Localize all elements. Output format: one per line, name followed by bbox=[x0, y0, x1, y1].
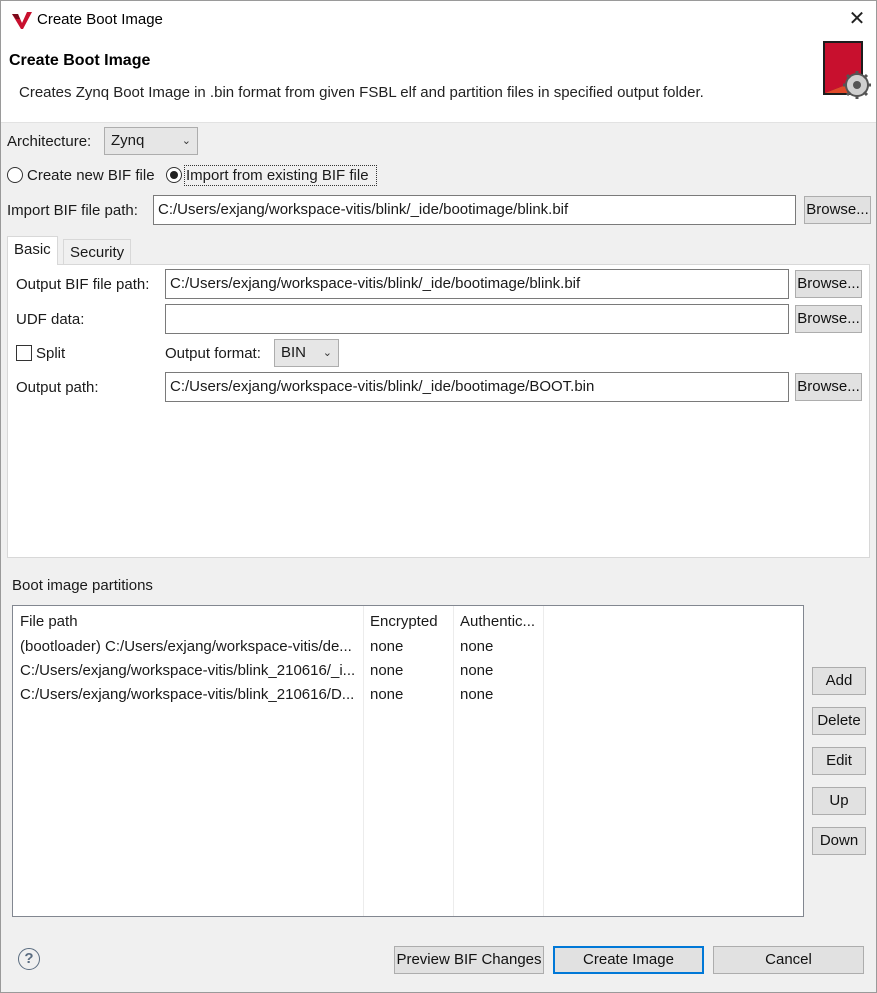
table-row-file-path[interactable]: (bootloader) C:/Users/exjang/workspace-v… bbox=[20, 638, 360, 655]
move-down-button[interactable]: Down bbox=[812, 827, 866, 855]
chevron-down-icon: ⌄ bbox=[181, 135, 191, 147]
boot-image-gear-icon bbox=[823, 41, 871, 99]
table-row-authentication[interactable]: none bbox=[460, 662, 493, 679]
table-row-file-path[interactable]: C:/Users/exjang/workspace-vitis/blink_21… bbox=[20, 662, 360, 679]
vitis-logo-icon bbox=[12, 12, 32, 29]
column-separator bbox=[543, 606, 544, 916]
import-existing-bif-radio[interactable] bbox=[166, 167, 182, 183]
column-separator bbox=[453, 606, 454, 916]
udf-data-label: UDF data: bbox=[16, 311, 85, 328]
architecture-select[interactable]: Zynq ⌄ bbox=[104, 127, 198, 155]
partitions-table: File path Encrypted Authentic... (bootlo… bbox=[12, 605, 804, 917]
create-boot-image-dialog: Create Boot Image ✕ Create Boot Image Cr… bbox=[0, 0, 877, 993]
tab-basic[interactable]: Basic bbox=[7, 236, 58, 265]
preview-bif-changes-button[interactable]: Preview BIF Changes bbox=[394, 946, 544, 974]
create-image-button[interactable]: Create Image bbox=[553, 946, 704, 974]
column-header-file-path[interactable]: File path bbox=[20, 613, 78, 630]
column-header-authentication[interactable]: Authentic... bbox=[460, 613, 535, 630]
banner-title: Create Boot Image bbox=[9, 52, 151, 69]
banner-description: Creates Zynq Boot Image in .bin format f… bbox=[19, 84, 704, 101]
udf-data-input[interactable] bbox=[165, 304, 789, 334]
help-icon[interactable]: ? bbox=[18, 948, 40, 970]
output-bif-browse-button[interactable]: Browse... bbox=[795, 270, 862, 298]
udf-browse-button[interactable]: Browse... bbox=[795, 305, 862, 333]
table-row-authentication[interactable]: none bbox=[460, 638, 493, 655]
output-format-select[interactable]: BIN ⌄ bbox=[274, 339, 339, 367]
output-format-label: Output format: bbox=[165, 345, 261, 362]
add-partition-button[interactable]: Add bbox=[812, 667, 866, 695]
cancel-button[interactable]: Cancel bbox=[713, 946, 864, 974]
output-path-label: Output path: bbox=[16, 379, 99, 396]
import-existing-bif-label[interactable]: Import from existing BIF file bbox=[186, 167, 369, 184]
output-format-value: BIN bbox=[281, 344, 307, 361]
table-row-encrypted[interactable]: none bbox=[370, 662, 403, 679]
create-new-bif-radio[interactable] bbox=[7, 167, 23, 183]
table-row-encrypted[interactable]: none bbox=[370, 638, 403, 655]
dialog-banner: Create Boot Image Creates Zynq Boot Imag… bbox=[1, 39, 876, 123]
output-path-browse-button[interactable]: Browse... bbox=[795, 373, 862, 401]
split-checkbox[interactable] bbox=[16, 345, 32, 361]
chevron-down-icon: ⌄ bbox=[322, 347, 332, 359]
delete-partition-button[interactable]: Delete bbox=[812, 707, 866, 735]
import-bif-path-input[interactable]: C:/Users/exjang/workspace-vitis/blink/_i… bbox=[153, 195, 796, 225]
output-bif-path-input[interactable]: C:/Users/exjang/workspace-vitis/blink/_i… bbox=[165, 269, 789, 299]
table-row-encrypted[interactable]: none bbox=[370, 686, 403, 703]
window-title: Create Boot Image bbox=[37, 11, 163, 28]
table-row-authentication[interactable]: none bbox=[460, 686, 493, 703]
column-header-encrypted[interactable]: Encrypted bbox=[370, 613, 438, 630]
table-row-file-path[interactable]: C:/Users/exjang/workspace-vitis/blink_21… bbox=[20, 686, 360, 703]
title-bar: Create Boot Image ✕ bbox=[1, 1, 876, 39]
close-icon[interactable]: ✕ bbox=[846, 7, 868, 31]
import-bif-browse-button[interactable]: Browse... bbox=[804, 196, 871, 224]
create-new-bif-label[interactable]: Create new BIF file bbox=[27, 167, 155, 184]
edit-partition-button[interactable]: Edit bbox=[812, 747, 866, 775]
output-path-input[interactable]: C:/Users/exjang/workspace-vitis/blink/_i… bbox=[165, 372, 789, 402]
split-label[interactable]: Split bbox=[36, 345, 65, 362]
output-bif-path-label: Output BIF file path: bbox=[16, 276, 150, 293]
column-separator bbox=[363, 606, 364, 916]
move-up-button[interactable]: Up bbox=[812, 787, 866, 815]
architecture-label: Architecture: bbox=[7, 133, 92, 150]
import-bif-path-label: Import BIF file path: bbox=[7, 202, 138, 219]
tab-security[interactable]: Security bbox=[63, 239, 132, 267]
partitions-group-label: Boot image partitions bbox=[12, 577, 153, 594]
architecture-value: Zynq bbox=[111, 132, 145, 149]
